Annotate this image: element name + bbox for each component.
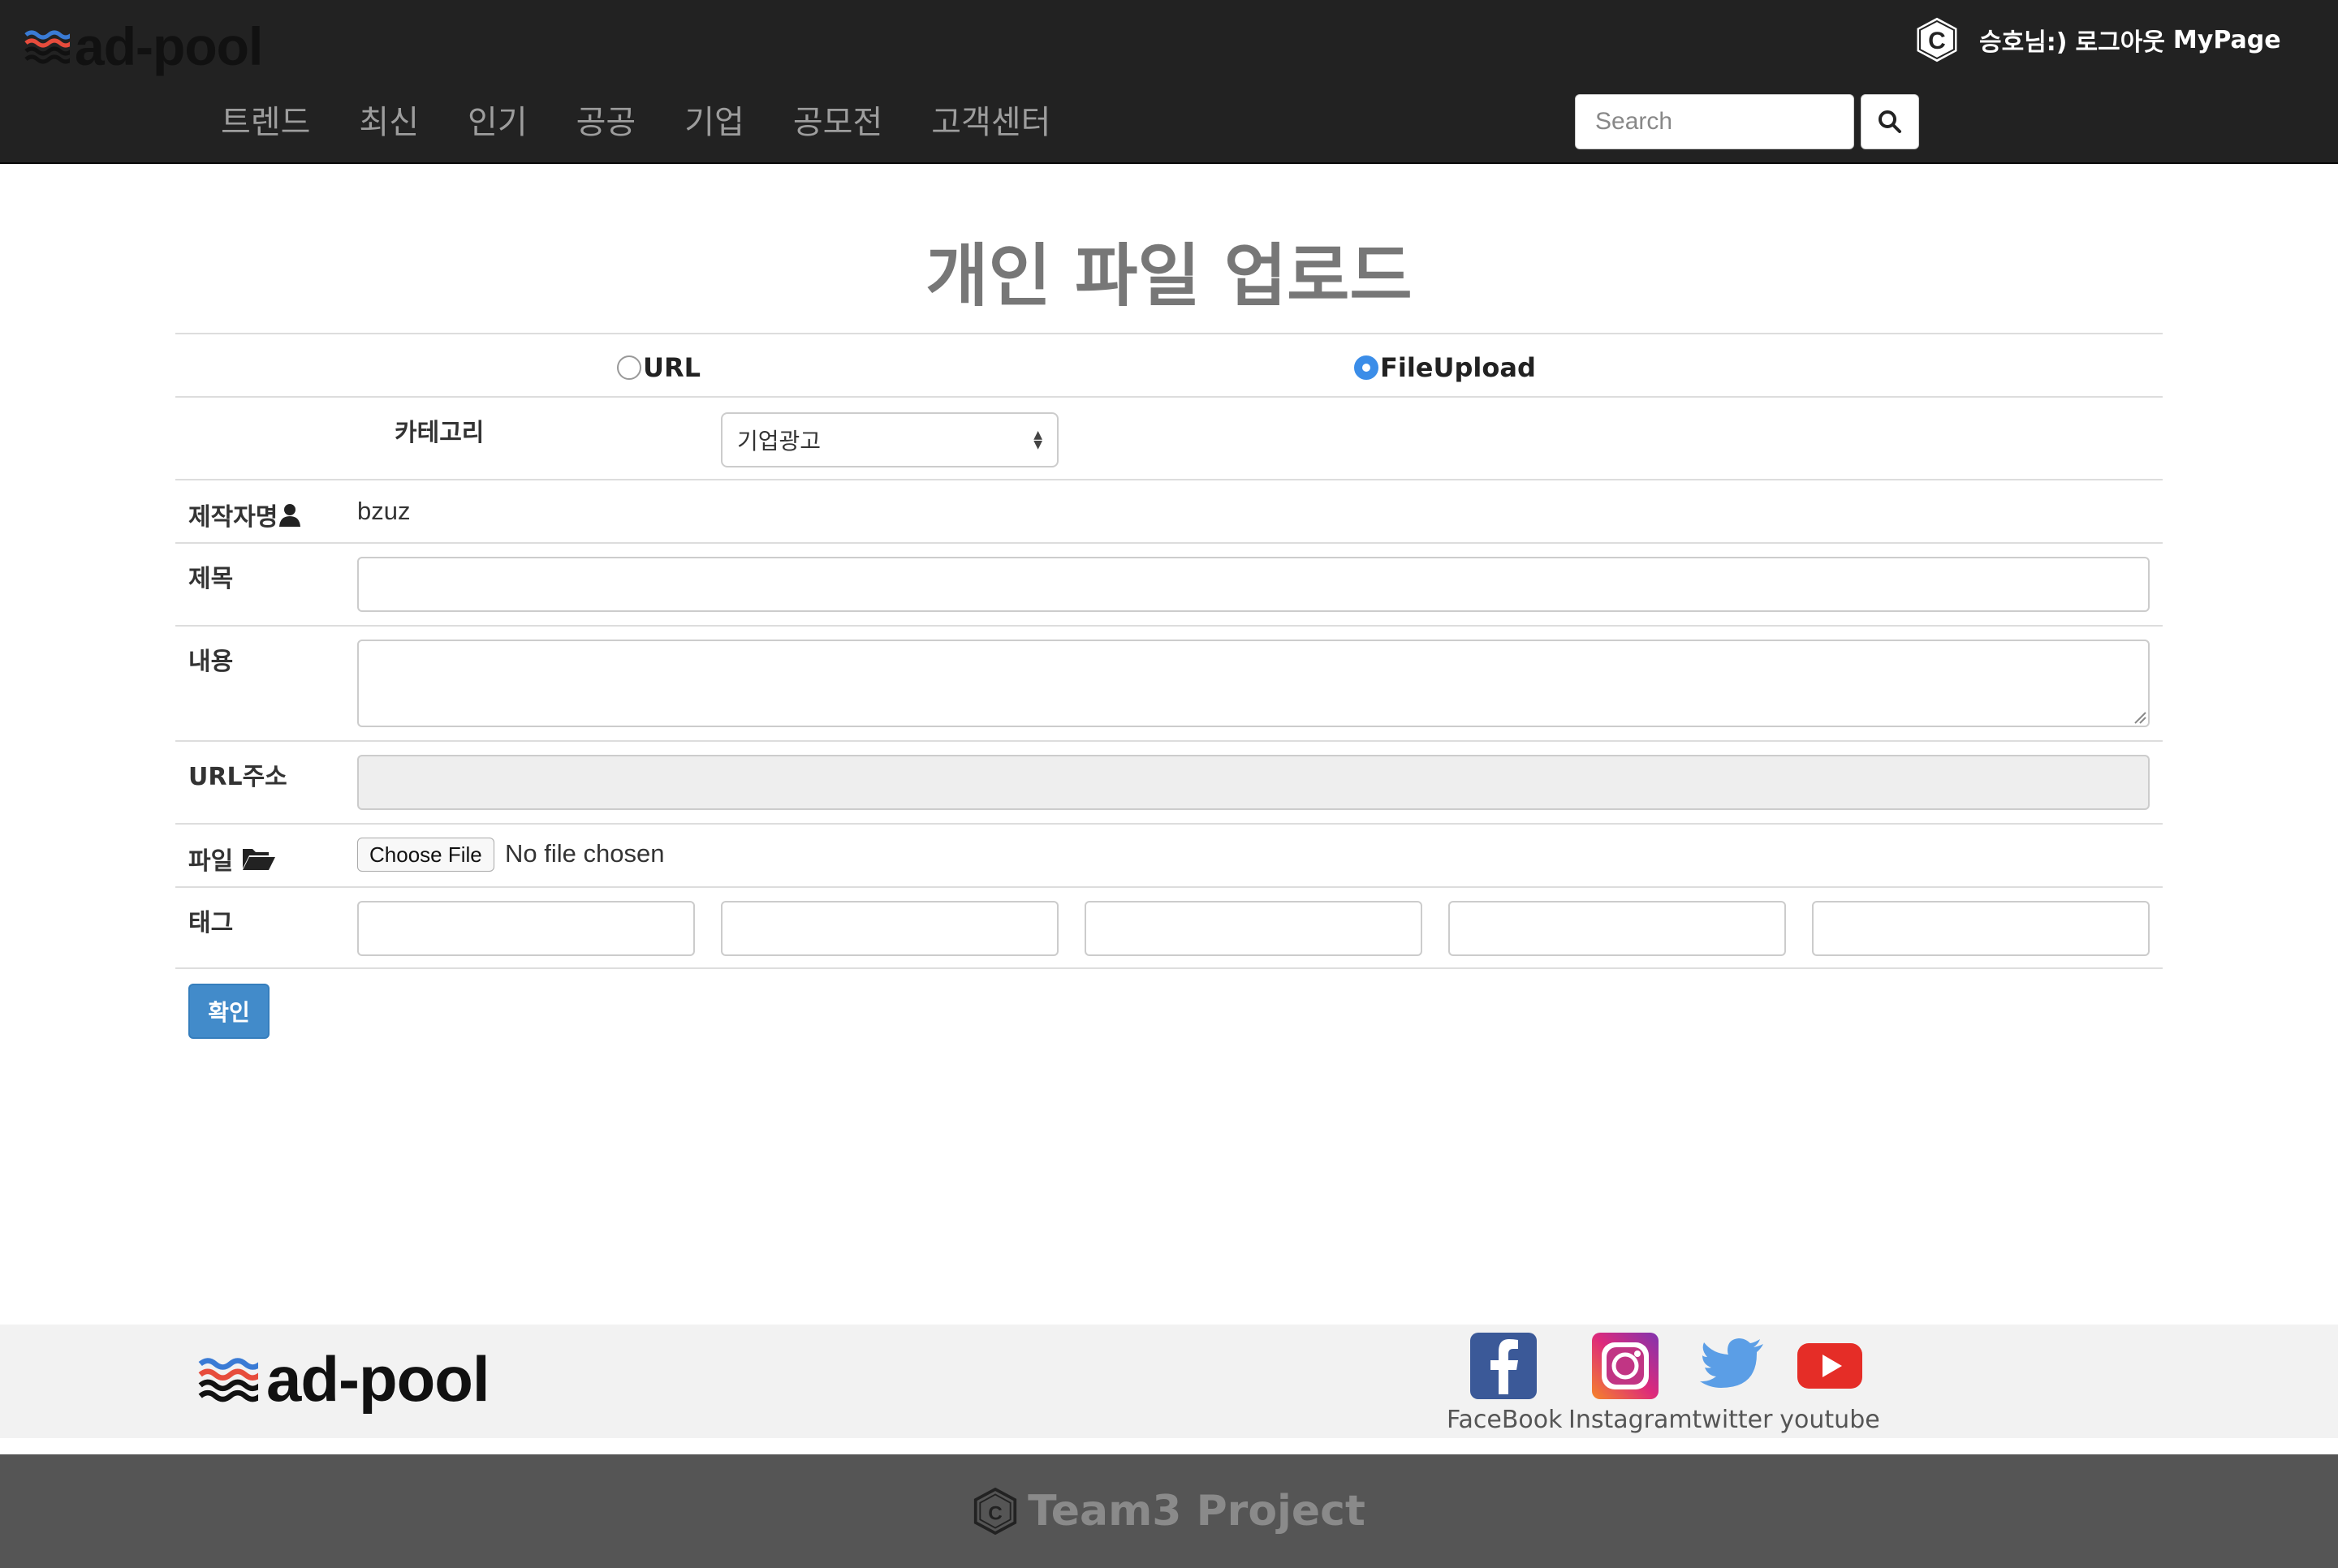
tag-input-1[interactable] [357,901,695,956]
category-select[interactable]: 기업광고 ▲ ▼ [721,412,1059,467]
tag-label: 태그 [188,909,234,937]
copyright-badge-icon: C [1914,15,1960,65]
social-instagram[interactable]: Instagram [1568,1333,1693,1434]
user-greeting: 승호님:) [1979,28,2068,57]
file-label-text: 파일 [188,847,234,876]
tag-input-2[interactable] [721,901,1059,956]
social-facebook[interactable]: FaceBook [1447,1333,1563,1434]
url-input [357,755,2150,810]
nav-item-contest[interactable]: 공모전 [793,96,882,143]
brand-logo[interactable]: ad-pool [24,16,263,76]
file-label: 파일 [188,841,277,877]
instagram-icon[interactable] [1592,1333,1659,1399]
nav-item-trend[interactable]: 트렌드 [221,96,310,143]
url-label: URL주소 [188,763,287,791]
title-input[interactable] [357,557,2150,612]
upload-form: URL FileUpload 카테고리 기업광고 ▲ ▼ 제작자명 bzuz 제목 [175,333,2163,969]
choose-file-button[interactable]: Choose File [357,838,494,872]
mypage-link[interactable]: MyPage [2173,26,2281,54]
radio-url-label: URL [643,352,701,383]
facebook-icon[interactable] [1470,1333,1537,1399]
author-label-text: 제작자명 [188,503,278,532]
file-status: No file chosen [505,839,665,868]
radio-fileupload-circle[interactable] [1354,355,1378,380]
title-row: 제목 [175,542,2163,625]
author-value: bzuz [357,497,411,525]
file-row: 파일 Choose File No file chosen [175,823,2163,886]
category-label: 카테고리 [395,419,485,447]
youtube-label: youtube [1779,1406,1880,1434]
category-row: 카테고리 기업광고 ▲ ▼ [175,396,2163,479]
tag-row: 태그 [175,886,2163,969]
folder-open-icon [243,849,276,870]
radio-url[interactable]: URL [617,352,701,383]
user-icon [279,504,301,527]
search-button[interactable] [1861,94,1919,149]
brand-name: ad-pool [75,16,263,76]
resize-handle-icon[interactable] [2132,709,2146,724]
social-twitter[interactable]: twitter [1676,1333,1789,1434]
radio-fileupload[interactable]: FileUpload [1354,352,1536,383]
youtube-icon[interactable] [1797,1333,1863,1399]
tag-input-4[interactable] [1448,901,1786,956]
content-textarea[interactable] [357,640,2150,727]
svg-text:C: C [1928,28,1946,54]
facebook-label: FaceBook [1447,1406,1563,1434]
select-arrows-icon: ▲ ▼ [1033,429,1042,451]
page-title: 개인 파일 업로드 [925,236,1413,316]
search-input[interactable] [1575,94,1854,149]
top-navbar: ad-pool C 승호님:) 로그아웃 MyPage 트렌드 최신 인기 공공… [0,0,2338,164]
copyright-text: Team3 Project [1028,1487,1365,1536]
author-label: 제작자명 [188,497,302,532]
logout-link[interactable]: 로그아웃 [2076,22,2165,58]
title-label: 제목 [188,565,234,593]
content-row: 내용 [175,625,2163,740]
nav-item-latest[interactable]: 최신 [359,96,419,143]
confirm-button[interactable]: 확인 [188,984,270,1039]
tag-input-5[interactable] [1812,901,2150,956]
upload-type-row: URL FileUpload [175,333,2163,396]
copyright-badge-icon: C [974,1488,1017,1535]
author-row: 제작자명 bzuz [175,479,2163,542]
nav-item-corporate[interactable]: 기업 [684,96,744,143]
search-icon [1879,110,1901,133]
radio-url-circle[interactable] [617,355,641,380]
instagram-label: Instagram [1568,1406,1693,1434]
copyright-bar: C Team3 Project [0,1454,2338,1568]
tag-input-3[interactable] [1085,901,1422,956]
user-menu: C 승호님:) 로그아웃 MyPage [1913,15,2289,65]
content-label: 내용 [188,648,234,676]
main-nav: 트렌드 최신 인기 공공 기업 공모전 고객센터 [205,91,1075,148]
twitter-icon[interactable] [1699,1333,1766,1399]
nav-item-popular[interactable]: 인기 [468,96,528,143]
social-youtube[interactable]: youtube [1773,1333,1887,1434]
radio-fileupload-label: FileUpload [1380,352,1536,383]
url-row: URL주소 [175,740,2163,823]
waves-logo-icon [24,30,70,64]
footer-brand-name: ad-pool [266,1343,490,1415]
category-selected-value: 기업광고 [737,428,822,454]
footer-logo[interactable]: ad-pool [198,1343,490,1415]
nav-item-support[interactable]: 고객센터 [931,96,1050,143]
footer: ad-pool FaceBook Instagram twitter youtu… [0,1325,2338,1438]
waves-logo-icon [198,1358,258,1402]
twitter-label: twitter [1692,1406,1773,1434]
svg-text:C: C [988,1502,1003,1524]
nav-item-public[interactable]: 공공 [576,96,636,143]
